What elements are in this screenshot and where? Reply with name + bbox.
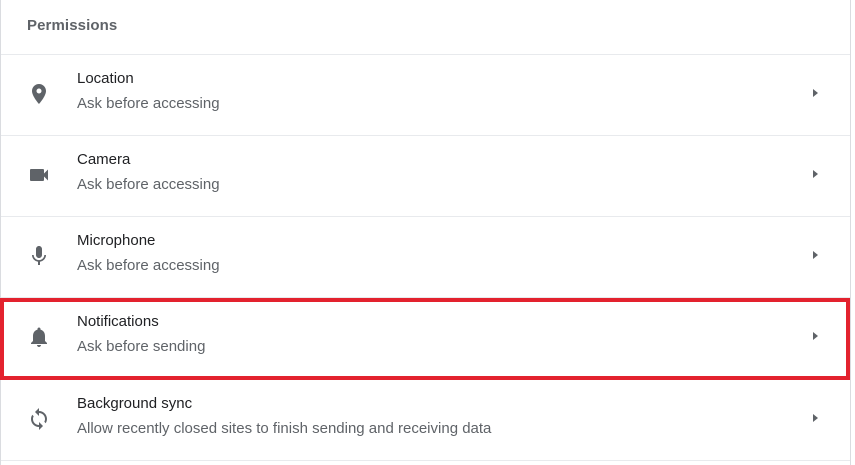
bell-icon	[27, 325, 51, 349]
permission-subtitle: Ask before accessing	[77, 176, 220, 193]
section-title: Permissions	[27, 17, 118, 34]
chevron-right-icon[interactable]	[807, 328, 823, 344]
next-row-divider	[1, 460, 850, 465]
permission-title: Camera	[77, 151, 131, 168]
permission-subtitle: Ask before accessing	[77, 95, 220, 112]
permission-row-camera[interactable]: Camera Ask before accessing	[1, 135, 850, 216]
permission-row-notifications[interactable]: Notifications Ask before sending	[1, 297, 850, 378]
permission-subtitle: Ask before accessing	[77, 257, 220, 274]
chevron-right-icon[interactable]	[807, 85, 823, 101]
permission-title: Microphone	[77, 232, 156, 249]
permission-subtitle: Ask before sending	[77, 338, 206, 355]
permission-row-background-sync[interactable]: Background sync Allow recently closed si…	[1, 379, 850, 460]
permission-subtitle: Allow recently closed sites to finish se…	[77, 420, 492, 437]
sync-icon	[27, 407, 51, 431]
permission-row-location[interactable]: Location Ask before accessing	[1, 54, 850, 135]
permission-title: Notifications	[77, 313, 159, 330]
permission-title: Location	[77, 70, 134, 87]
permission-row-microphone[interactable]: Microphone Ask before accessing	[1, 216, 850, 297]
permissions-panel: Permissions Location Ask before accessin…	[0, 0, 851, 465]
chevron-right-icon[interactable]	[807, 166, 823, 182]
camera-icon	[27, 163, 51, 187]
chevron-right-icon[interactable]	[807, 410, 823, 426]
chevron-right-icon[interactable]	[807, 247, 823, 263]
microphone-icon	[27, 244, 51, 268]
location-pin-icon	[27, 82, 51, 106]
permission-title: Background sync	[77, 395, 193, 412]
